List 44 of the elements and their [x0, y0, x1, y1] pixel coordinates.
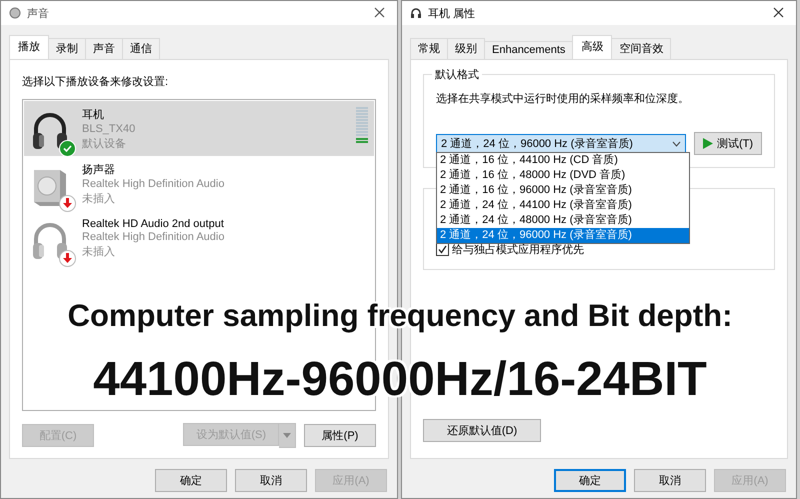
tab[interactable]: 高级	[572, 35, 612, 59]
device-name: Realtek HD Audio 2nd output	[82, 218, 225, 230]
group-title: 默认格式	[432, 67, 482, 82]
play-icon	[702, 138, 713, 149]
device-driver: Realtek High Definition Audio	[82, 231, 226, 243]
format-dropdown[interactable]: 2 通道，24 位，96000 Hz (录音室音质)	[436, 134, 686, 154]
action-button[interactable]: 属性(P)	[304, 424, 376, 447]
test-button[interactable]: 测试(T)	[694, 132, 762, 155]
caption-text: 44100Hz-96000Hz/16-24BIT	[93, 352, 707, 407]
device-name: 耳机	[82, 108, 105, 122]
check-icon	[59, 140, 76, 156]
tab[interactable]: 常规	[410, 38, 448, 59]
headphones-icon	[410, 7, 422, 19]
device-status: 未插入	[82, 192, 116, 206]
dropdown-option[interactable]: 2 通道，24 位，96000 Hz (录音室音质)	[437, 228, 689, 243]
restore-defaults-button[interactable]: 还原默认值(D)	[423, 419, 541, 442]
device-driver: BLS_TX40	[82, 122, 136, 134]
device-item[interactable]: 耳机 BLS_TX40 默认设备	[24, 101, 374, 156]
tab[interactable]: 空间音效	[611, 38, 672, 59]
window-title: 声音	[27, 6, 50, 20]
device-item[interactable]: 扬声器 Realtek High Definition Audio 未插入	[24, 156, 374, 211]
tab[interactable]: 通信	[122, 38, 160, 59]
dialog-button[interactable]: 确定	[155, 469, 227, 492]
checkbox-label: 给与独占模式应用程序优先	[452, 243, 584, 257]
dropdown-option[interactable]: 2 通道，16 位，48000 Hz (DVD 音质)	[437, 168, 689, 183]
tab[interactable]: 播放	[9, 35, 49, 59]
dialog-button[interactable]: 取消	[634, 469, 706, 492]
dropdown-option[interactable]: 2 通道，16 位，44100 Hz (CD 音质)	[437, 153, 689, 168]
device-item[interactable]: Realtek HD Audio 2nd output Realtek High Definition Audio 未插入	[24, 211, 374, 266]
dropdown-option[interactable]: 2 通道，24 位，44100 Hz (录音室音质)	[437, 198, 689, 213]
device-status: 未插入	[82, 245, 116, 259]
checkbox[interactable]	[436, 243, 449, 256]
instruction-text: 选择以下播放设备来修改设置:	[22, 75, 170, 89]
window-title: 耳机 属性	[428, 6, 476, 20]
dropdown-option[interactable]: 2 通道，24 位，48000 Hz (录音室音质)	[437, 213, 689, 228]
device-driver: Realtek High Definition Audio	[82, 178, 226, 190]
dropdown-option[interactable]: 2 通道，16 位，96000 Hz (录音室音质)	[437, 183, 689, 198]
dialog-button[interactable]: 取消	[235, 469, 307, 492]
device-status: 默认设备	[82, 136, 127, 150]
format-description: 选择在共享模式中运行时使用的采样频率和位深度。	[436, 93, 689, 105]
device-name: 扬声器	[82, 162, 116, 176]
dialog-button[interactable]: 确定	[554, 469, 626, 492]
chevron-down-icon	[672, 140, 681, 146]
caption-text: Computer sampling frequency and Bit depth:	[68, 298, 732, 334]
